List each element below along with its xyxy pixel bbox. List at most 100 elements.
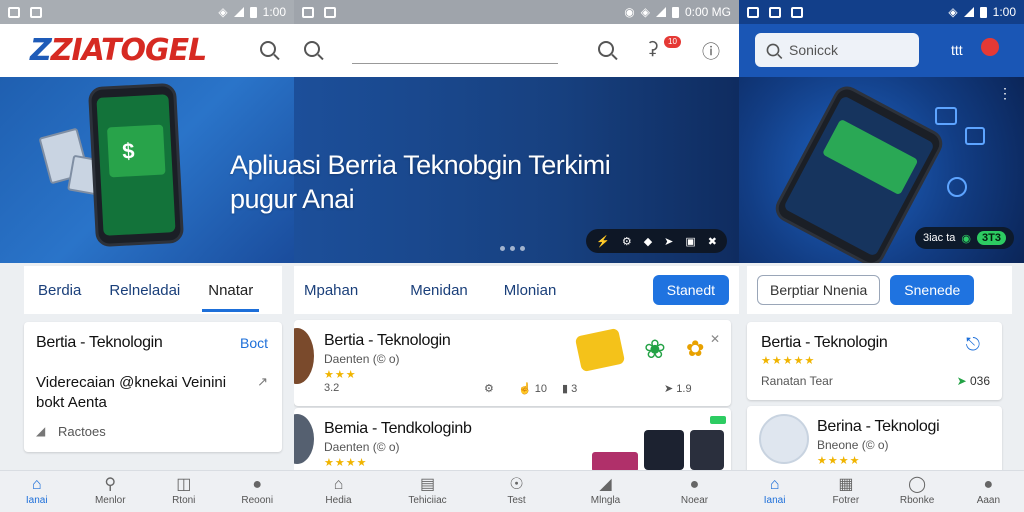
secondary-button[interactable]: Berptiar Nnenia — [757, 275, 881, 305]
wifi-icon: ◈ — [948, 5, 958, 19]
tag-icon: ◢ — [599, 476, 612, 493]
thumbnail-image — [294, 414, 314, 464]
primary-button[interactable]: Stanedt — [652, 275, 729, 305]
tab-mpahan[interactable]: Mpahan — [294, 266, 372, 314]
search-icon — [766, 43, 780, 57]
nav-search[interactable]: ⚲ Menlor — [74, 471, 148, 512]
search-button[interactable] — [304, 41, 320, 62]
status-bar: ◈ 1:00 — [0, 0, 294, 24]
share-stat[interactable]: ➤ 1.9 — [664, 382, 692, 395]
coin-icon: ✿ — [686, 336, 705, 361]
wifi-icon: ◈ — [218, 5, 228, 19]
nav-shield[interactable]: ◯ Rbonke — [882, 471, 953, 512]
nav-grid[interactable]: ▦ Fotrer — [810, 471, 881, 512]
location-icon: ◉ — [624, 5, 635, 19]
image-icon — [769, 6, 781, 18]
card-body: Viderecaian @knekai Veinini — [36, 374, 227, 391]
pin-icon[interactable]: ⎋ — [966, 334, 980, 355]
compass-icon: ☉ — [509, 476, 524, 493]
device-illustration — [644, 430, 684, 470]
notification-icon — [747, 6, 759, 18]
rocket-icon[interactable]: ➤ — [664, 235, 673, 248]
tab-nnatar[interactable]: Nnatar — [194, 266, 267, 314]
more-icon[interactable]: ⋮ — [998, 85, 1012, 102]
nav-tech[interactable]: ▤ Tehiciiac — [383, 471, 472, 512]
tab-menidan[interactable]: Menidan — [396, 266, 482, 314]
tab-berdia[interactable]: Berdia — [24, 266, 95, 314]
tab-mlonian[interactable]: Mlonian — [490, 266, 571, 314]
rating-value: 3.2 — [324, 382, 340, 394]
card-action-link[interactable]: Boct — [240, 335, 268, 351]
app-icon — [935, 107, 957, 125]
news-card[interactable]: Bertia - Teknologin Boct Viderecaian @kn… — [24, 322, 282, 452]
inbox-icon: ◫ — [176, 476, 192, 493]
settings-icon[interactable]: ⚙ — [622, 235, 632, 248]
primary-button[interactable]: Snenede — [890, 275, 975, 305]
notification-bell-icon[interactable]: ⚳ — [646, 38, 659, 59]
shield-icon: ◯ — [908, 476, 927, 493]
tag-icon: ◢ — [36, 424, 46, 438]
nav-explore[interactable]: ☉ Test — [472, 471, 561, 512]
status-time: 0:00 MG — [684, 5, 731, 19]
card-body: bokt Aenta — [36, 394, 107, 411]
hero-banner[interactable]: ⋮ 3iac ta ◉ 3T3 — [739, 77, 1024, 263]
share-icon[interactable]: ➤ — [957, 374, 967, 388]
flash-icon[interactable]: ⚡ — [596, 235, 610, 248]
nav-home[interactable]: ⌂ Ianai — [0, 471, 74, 512]
signal-icon — [233, 7, 244, 17]
nav-inbox[interactable]: ◫ Rtoni — [147, 471, 221, 512]
battery-icon — [671, 6, 679, 18]
app-header: Sonicck ttt — [739, 24, 1024, 77]
person-icon: ● — [983, 476, 994, 493]
help-icon[interactable]: ⓘ — [702, 38, 720, 64]
card-title: Berina - Teknologi — [817, 418, 940, 435]
news-card[interactable]: Bemia - Tendkologinb Daenten (© o) ★★★★ — [294, 408, 731, 478]
card-subtitle: Bneone (© o) — [817, 438, 889, 452]
notification-badge: 10 — [664, 36, 681, 48]
nav-profile[interactable]: ● Reooni — [221, 471, 295, 512]
close-icon[interactable]: ✕ — [710, 332, 720, 346]
device-illustration — [592, 452, 638, 472]
nav-profile[interactable]: ● Noear — [650, 471, 739, 512]
battery-icon — [979, 6, 987, 18]
news-card[interactable]: Bertia - Teknologin Daenten (© o) ★★★ 3.… — [294, 320, 731, 406]
leaf-icon: ❀ — [644, 334, 666, 364]
hero-chip[interactable]: 3iac ta ◉ 3T3 — [915, 227, 1014, 249]
battery-icon — [249, 6, 257, 18]
search-button-right[interactable] — [598, 41, 614, 62]
news-card[interactable]: Berina - Teknologi Bneone (© o) ★★★★ — [747, 406, 1002, 476]
comment-stat[interactable]: ▮ 3 — [562, 382, 577, 395]
gear-icon[interactable]: ⚙ — [484, 382, 494, 395]
search-button[interactable] — [260, 41, 276, 57]
signal-icon — [655, 7, 666, 17]
search-icon — [304, 41, 320, 57]
mail-icon — [791, 6, 803, 18]
news-card[interactable]: Bertia - Teknologin ★★★★★ Ranatan Tear ⎋… — [747, 322, 1002, 400]
screen-middle: ◉ ◈ 0:00 MG ⚳ 10 ⓘ ⚡ ⚙ ◆ ➤ ▣ ✖ Mpahan Meni… — [294, 0, 739, 512]
nav-home[interactable]: ⌂ Hedia — [294, 471, 383, 512]
share-icon[interactable]: ↗ — [257, 374, 268, 390]
notification-icon — [8, 6, 20, 18]
search-icon: ⚲ — [104, 476, 117, 493]
search-field[interactable]: Sonicck — [755, 33, 919, 67]
status-dot-icon: ◉ — [961, 232, 972, 245]
gallery-icon[interactable]: ▣ — [685, 235, 695, 248]
hero-quick-actions[interactable]: ⚡ ⚙ ◆ ➤ ▣ ✖ — [586, 229, 727, 253]
thumbnail-image — [759, 414, 809, 464]
tab-relneladai[interactable]: Relneladai — [95, 266, 194, 314]
search-input[interactable] — [352, 42, 558, 64]
like-stat[interactable]: ☝ 10 — [518, 382, 547, 395]
diamond-icon[interactable]: ◆ — [644, 235, 652, 248]
carousel-dots[interactable] — [500, 246, 525, 251]
home-icon: ⌂ — [769, 476, 780, 493]
close-icon[interactable]: ✖ — [708, 235, 717, 248]
bottom-nav: ⌂ Ianai ▦ Fotrer ◯ Rbonke ● Aaan — [739, 470, 1024, 512]
nav-profile[interactable]: ● Aaan — [953, 471, 1024, 512]
card-title: Bertia - Teknologin — [761, 334, 888, 351]
nav-home[interactable]: ⌂ Ianai — [739, 471, 810, 512]
notification-badge[interactable] — [981, 38, 999, 56]
person-icon: ● — [252, 476, 263, 493]
nav-tags[interactable]: ◢ Mlngla — [561, 471, 650, 512]
card-stat: ➤ 036 — [956, 374, 990, 388]
header-label[interactable]: ttt — [951, 42, 963, 58]
